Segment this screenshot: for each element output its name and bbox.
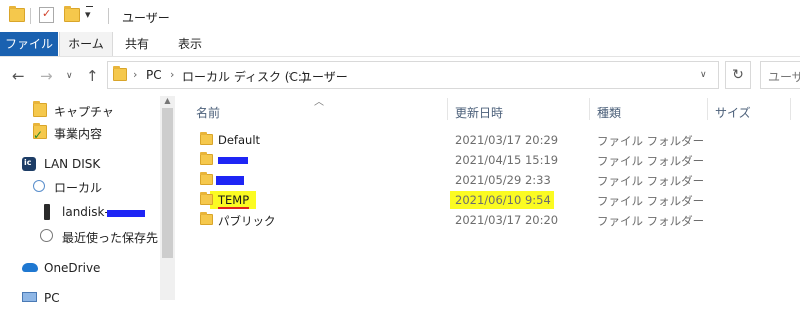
nav-item-pc[interactable]: PC — [0, 288, 160, 310]
landisk-icon: ic — [22, 157, 36, 171]
redaction-mark — [107, 210, 145, 217]
tab-home[interactable]: ホーム — [59, 32, 113, 56]
device-icon — [44, 204, 50, 220]
file-type: ファイル フォルダー — [597, 134, 705, 148]
nav-item-label: 事業内容 — [54, 127, 103, 141]
table-row[interactable]: パブリック 2021/03/17 20:20 ファイル フォルダー — [180, 210, 740, 230]
monitor-icon — [22, 292, 37, 302]
clock-icon — [40, 229, 53, 242]
up-arrow-icon[interactable]: ↑ — [86, 67, 99, 85]
nav-item-label: キャプチャ — [54, 105, 114, 119]
table-row[interactable]: 2021/05/29 2:33 ファイル フォルダー — [180, 170, 740, 190]
folder-icon — [200, 172, 213, 185]
back-arrow-icon[interactable]: ← — [12, 67, 25, 85]
nav-item-local[interactable]: ローカル — [0, 176, 160, 198]
sort-ascending-icon[interactable]: ︿ — [314, 93, 324, 108]
column-header-name[interactable]: 名前 — [196, 104, 220, 121]
nav-item-landisk-device[interactable]: landisk- — [0, 202, 160, 224]
redaction-mark — [216, 176, 244, 185]
chevron-right-icon[interactable]: › — [133, 68, 137, 81]
globe-icon — [33, 180, 45, 192]
file-type: ファイル フォルダー — [597, 194, 705, 208]
folder-icon — [33, 101, 47, 117]
table-row[interactable]: TEMP 2021/06/10 9:54 ファイル フォルダー — [180, 190, 740, 210]
toolbar-divider — [108, 8, 109, 24]
nav-item-landisk[interactable]: ic LAN DISK — [0, 154, 160, 176]
forward-arrow-icon[interactable]: → — [40, 67, 53, 85]
file-date: 2021/03/17 20:20 — [455, 213, 559, 227]
title-bar — [0, 0, 800, 32]
nav-item-label: ローカル — [54, 181, 103, 195]
address-folder-icon — [113, 66, 127, 81]
chevron-right-icon[interactable]: › — [170, 68, 174, 81]
search-input[interactable]: ユーザ — [760, 61, 800, 89]
breadcrumb-users[interactable]: ユーザー — [300, 68, 348, 85]
file-date: 2021/03/17 20:29 — [455, 133, 559, 147]
column-divider[interactable] — [707, 98, 708, 120]
nav-item-label: OneDrive — [44, 261, 101, 275]
cloud-icon — [22, 263, 38, 272]
properties-icon[interactable]: ✓ — [39, 7, 54, 23]
file-date: 2021/06/10 9:54 — [455, 193, 551, 207]
redaction-mark — [218, 157, 248, 164]
nav-item-label: landisk- — [62, 205, 109, 219]
column-header-type[interactable]: 種類 — [597, 104, 621, 121]
column-divider[interactable] — [790, 98, 791, 120]
customize-bar-icon — [86, 6, 93, 7]
chevron-right-icon[interactable]: › — [288, 68, 292, 81]
file-date: 2021/05/29 2:33 — [455, 173, 551, 187]
nav-item-business[interactable]: ✓ 事業内容 — [0, 122, 160, 144]
folder-icon — [9, 6, 25, 22]
column-header-size[interactable]: サイズ — [715, 104, 751, 121]
table-row[interactable]: Default 2021/03/17 20:29 ファイル フォルダー — [180, 130, 740, 150]
file-type: ファイル フォルダー — [597, 214, 705, 228]
table-row[interactable]: 2021/04/15 15:19 ファイル フォルダー — [180, 150, 740, 170]
recent-locations-icon[interactable]: ∨ — [66, 71, 73, 81]
refresh-icon[interactable]: ↻ — [725, 61, 751, 89]
nav-item-onedrive[interactable]: OneDrive — [0, 258, 160, 280]
file-name: Default — [218, 133, 261, 147]
file-name: TEMP — [218, 193, 250, 209]
nav-item-label: 最近使った保存先 — [62, 231, 159, 245]
column-header-date[interactable]: 更新日時 — [455, 104, 503, 121]
file-type: ファイル フォルダー — [597, 174, 705, 188]
folder-icon — [200, 132, 213, 145]
scroll-up-icon[interactable]: ▲ — [160, 96, 175, 108]
nav-item-label: LAN DISK — [44, 157, 101, 171]
file-date: 2021/04/15 15:19 — [455, 153, 559, 167]
toolbar-divider — [30, 8, 31, 24]
file-type: ファイル フォルダー — [597, 154, 705, 168]
breadcrumb-pc[interactable]: PC — [146, 68, 162, 82]
tab-view[interactable]: 表示 — [164, 32, 216, 56]
nav-item-recent[interactable]: 最近使った保存先 — [0, 226, 160, 248]
customize-quick-access-icon[interactable]: ▾ — [85, 8, 91, 21]
nav-item-label: PC — [44, 291, 60, 305]
folder-icon — [200, 192, 213, 205]
column-divider[interactable] — [589, 98, 590, 120]
folder-icon — [200, 212, 213, 225]
sync-check-icon: ✓ — [33, 128, 44, 142]
folder-icon — [200, 152, 213, 165]
file-name: パブリック — [218, 214, 276, 228]
window-title: ユーザー — [122, 11, 170, 25]
nav-item-capture[interactable]: キャプチャ — [0, 100, 160, 122]
nav-scrollbar-thumb[interactable] — [162, 108, 173, 258]
new-folder-icon[interactable] — [64, 6, 80, 22]
tab-share[interactable]: 共有 — [114, 32, 160, 56]
tab-file[interactable]: ファイル — [0, 32, 58, 56]
column-divider[interactable] — [447, 98, 448, 120]
address-dropdown-icon[interactable]: ∨ — [700, 70, 707, 80]
